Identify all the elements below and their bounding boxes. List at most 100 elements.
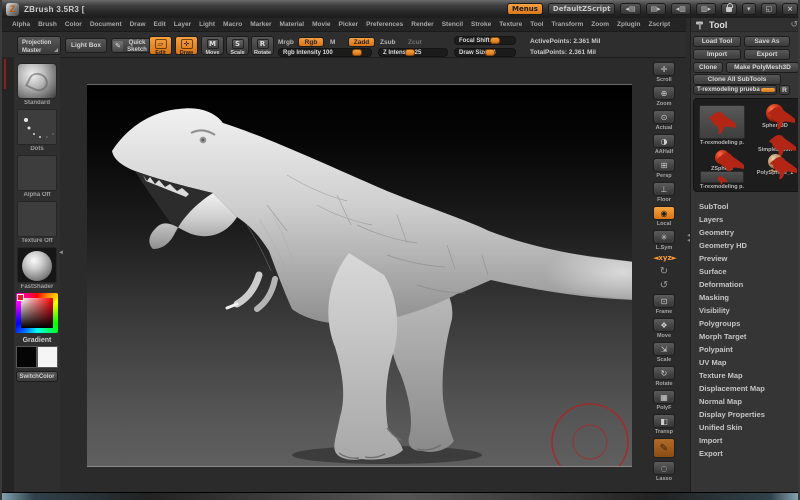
draw-size-slider[interactable]: Draw Size 64 — [454, 48, 516, 57]
shelf-button-floor[interactable]: ⊥ Floor — [650, 182, 678, 203]
document-canvas[interactable] — [87, 84, 632, 467]
tool-section-header[interactable]: Polygroups — [691, 317, 798, 330]
import-tool-button[interactable]: Import — [693, 49, 741, 60]
r-quicklist-button[interactable]: R — [779, 85, 790, 95]
palette-thumbnail[interactable] — [699, 105, 745, 139]
draw-mode-button[interactable]: ✛ Draw — [175, 36, 198, 56]
shelf-button-lasso[interactable]: ◌ Lasso — [650, 461, 678, 482]
shelf-button-scale3d[interactable]: ⇲ Scale — [650, 342, 678, 363]
m-toggle[interactable]: M — [330, 39, 335, 46]
shelf-button-zoom[interactable]: ⊕ Zoom — [650, 86, 678, 107]
menu-item[interactable]: Alpha — [12, 21, 30, 28]
tray-thumbnail[interactable] — [17, 63, 57, 99]
tool-section-header[interactable]: Layers — [691, 213, 798, 226]
z-intensity-slider[interactable]: Z Intensity 25 — [378, 48, 448, 57]
light-box-button[interactable]: Light Box — [65, 38, 107, 53]
zadd-toggle[interactable]: Zadd — [348, 37, 375, 47]
lock-button[interactable] — [720, 3, 737, 15]
shelf-button-xyz-axis[interactable]: ◄xyz► — [650, 254, 678, 263]
tool-section-header[interactable]: Export — [691, 447, 798, 460]
color-picker[interactable] — [16, 293, 58, 333]
shelf-button-transp[interactable]: ◧ Transp — [650, 414, 678, 435]
close-button[interactable]: × — [782, 3, 798, 15]
shelf-button-scroll[interactable]: ✛ Scroll — [650, 62, 678, 83]
palette-thumbnail[interactable]: S — [767, 132, 796, 175]
save-as-button[interactable]: Save As — [744, 36, 790, 47]
shelf-button-local[interactable]: ◉ Local — [650, 206, 678, 227]
minimize-button[interactable]: ▾ — [741, 3, 756, 15]
zsub-toggle[interactable]: Zsub — [380, 39, 396, 46]
tool-section-header[interactable]: Import — [691, 434, 798, 447]
secondary-color-swatch[interactable] — [37, 346, 58, 368]
switch-color-button[interactable]: SwitchColor — [16, 371, 58, 382]
saturation-square[interactable] — [21, 298, 53, 328]
rotate-mode-button[interactable]: R Rotate — [251, 36, 274, 56]
tray-item-standard-brush[interactable]: Standard — [16, 63, 58, 106]
tool-section-header[interactable]: Deformation — [691, 278, 798, 291]
tool-section-header[interactable]: Morph Target — [691, 330, 798, 343]
tool-section-header[interactable]: Display Properties — [691, 408, 798, 421]
palette-thumbnail[interactable] — [714, 150, 744, 175]
palette-left-button[interactable]: ◂▥ — [670, 3, 691, 15]
menu-item[interactable]: Stroke — [471, 21, 491, 28]
palette-item-trex-recent[interactable]: T-rexmodeling p. — [698, 171, 746, 190]
menus-toggle-button[interactable]: Menus — [507, 3, 543, 15]
palette-item-simplebrush[interactable]: S SimpleBrush — [750, 129, 798, 175]
dock-right-tray-button[interactable]: ▤▸ — [645, 3, 666, 15]
menu-item[interactable]: Tool — [530, 21, 543, 28]
zcut-toggle[interactable]: Zcut — [408, 39, 422, 46]
palette-item-sphere3d[interactable]: Sphere3D — [750, 101, 798, 129]
menu-item[interactable]: Stencil — [442, 21, 463, 28]
dock-left-tray-button[interactable]: ◂▤ — [620, 3, 641, 15]
tool-section-header[interactable]: Masking — [691, 291, 798, 304]
main-color-swatch[interactable] — [16, 346, 37, 368]
scale-mode-button[interactable]: S Scale — [226, 36, 249, 56]
menu-item[interactable]: Transform — [552, 21, 584, 28]
move-mode-button[interactable]: M Move — [201, 36, 224, 56]
tool-section-header[interactable]: Surface — [691, 265, 798, 278]
rgb-intensity-slider[interactable]: Rgb Intensity 100 — [278, 48, 372, 57]
menu-item[interactable]: Layer — [174, 21, 191, 28]
tray-item-alpha-off[interactable]: Alpha Off — [16, 155, 58, 198]
menu-item[interactable]: Draw — [130, 21, 146, 28]
tray-thumbnail[interactable] — [17, 247, 57, 283]
tool-section-header[interactable]: Geometry — [691, 226, 798, 239]
tray-thumbnail[interactable] — [17, 201, 57, 237]
rgb-toggle[interactable]: Rgb — [298, 37, 324, 47]
menu-item[interactable]: Texture — [499, 21, 522, 28]
shelf-button-frame[interactable]: ⊡ Frame — [650, 294, 678, 315]
make-polymesh3d-button[interactable]: Make PolyMesh3D — [726, 62, 798, 73]
tray-item-material[interactable]: FastShader — [16, 247, 58, 290]
tool-section-header[interactable]: UV Map — [691, 356, 798, 369]
tool-section-header[interactable]: Preview — [691, 252, 798, 265]
maximize-button[interactable]: ◱ — [760, 3, 778, 15]
palette-right-button[interactable]: ▥▸ — [695, 3, 716, 15]
menu-item[interactable]: Movie — [312, 21, 330, 28]
focal-shift-slider[interactable]: Focal Shift 0 — [454, 36, 516, 45]
palette-item-trex-active[interactable]: T-rexmodeling p. — [698, 105, 746, 146]
palette-item-zsphere[interactable]: ZSphere — [696, 147, 748, 175]
focal-shift-handle[interactable] — [489, 37, 500, 44]
draw-size-handle[interactable] — [485, 49, 495, 56]
tray-thumbnail[interactable] — [17, 109, 57, 145]
clone-all-subtools-button[interactable]: Clone All SubTools — [693, 74, 781, 85]
tool-section-header[interactable]: Polypaint — [691, 343, 798, 356]
menu-item[interactable]: Brush — [38, 21, 57, 28]
shelf-button-polyf[interactable]: ▦ PolyF — [650, 390, 678, 411]
load-tool-button[interactable]: Load Tool — [693, 36, 741, 47]
menu-item[interactable]: Light — [199, 21, 215, 28]
shelf-button-aahalf[interactable]: ◑ AAHalf — [650, 134, 678, 155]
export-tool-button[interactable]: Export — [744, 49, 790, 60]
quick-sketch-button[interactable]: ✎ Quick Sketch — [111, 38, 151, 53]
menu-item[interactable]: Zscript — [648, 21, 670, 28]
menu-item[interactable]: Color — [65, 21, 82, 28]
tool-section-header[interactable]: Displacement Map — [691, 382, 798, 395]
menu-item[interactable]: Material — [280, 21, 305, 28]
z-intensity-handle[interactable] — [404, 49, 415, 56]
shelf-button-persp[interactable]: ⊞ Persp — [650, 158, 678, 179]
tool-section-header[interactable]: Unified Skin — [691, 421, 798, 434]
tool-section-header[interactable]: Geometry HD — [691, 239, 798, 252]
mrgb-toggle[interactable]: Mrgb — [278, 39, 294, 46]
shelf-button-rotate3d[interactable]: ↻ Rotate — [650, 366, 678, 387]
menu-item[interactable]: Render — [411, 21, 433, 28]
